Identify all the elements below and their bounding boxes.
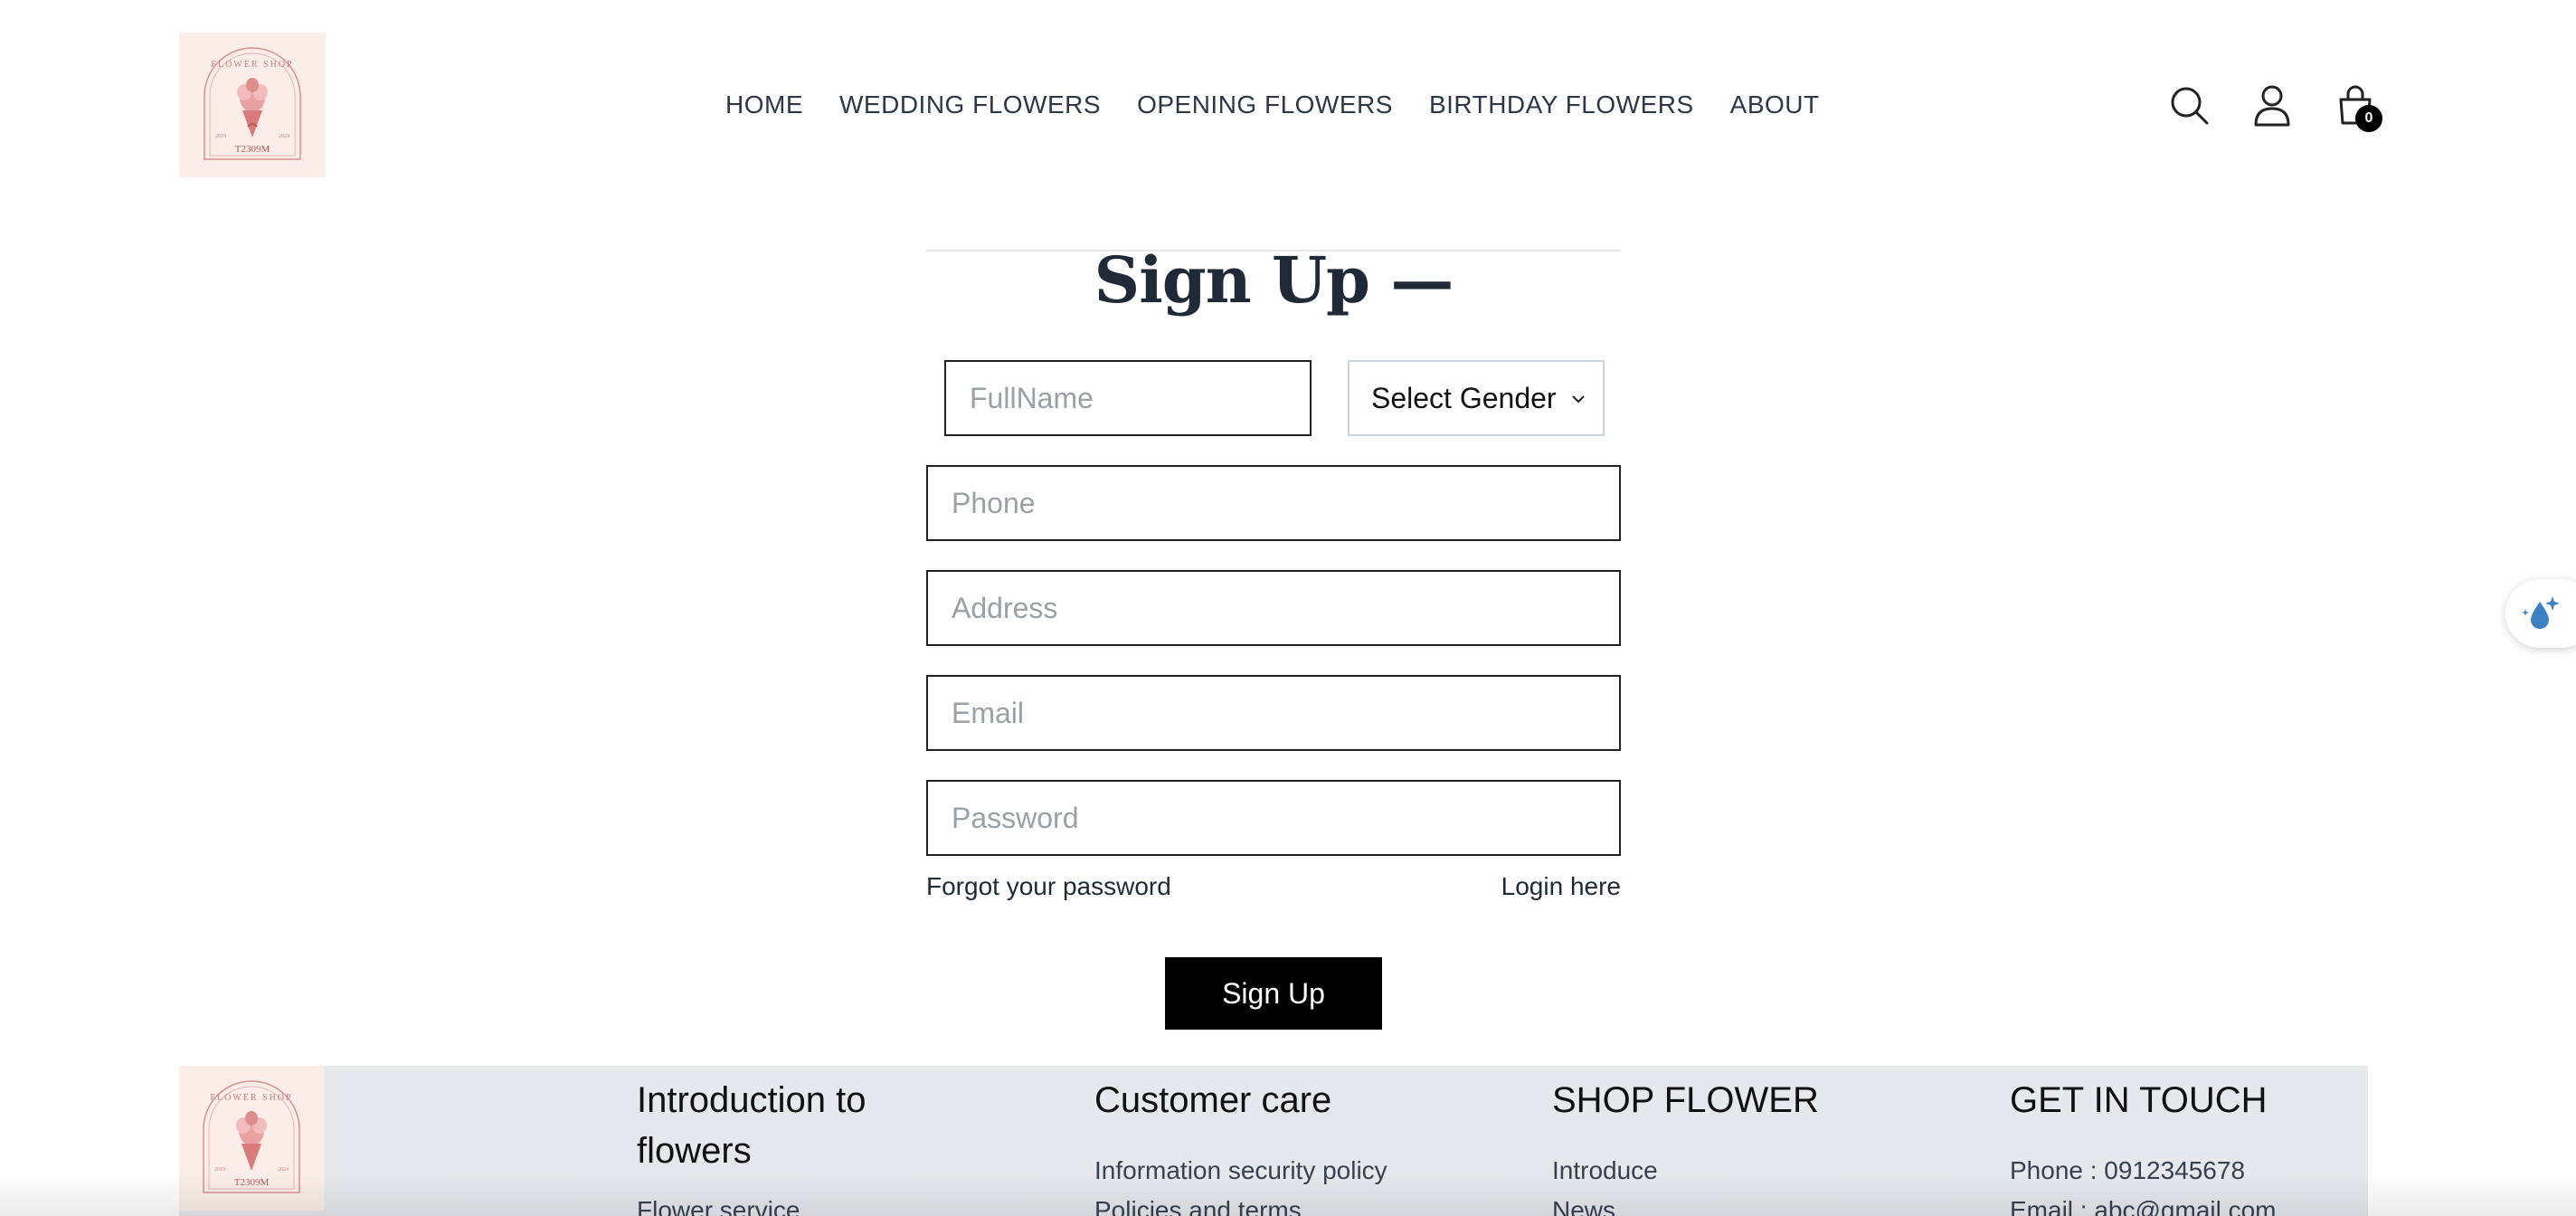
footer-logo-top-text: FLOWER SHOP — [210, 1093, 292, 1103]
site-header: FLOWER SHOP 2019 2024 T2309M HOME WEDDIN… — [0, 0, 2576, 210]
footer-logo-year-left: 2019 — [214, 1167, 225, 1173]
footer-heading: SHOP FLOWER — [1552, 1080, 1819, 1120]
site-footer: FLOWER SHOP 2019 2024 T2309M Introductio… — [179, 1066, 2368, 1216]
nav-item-wedding-flowers[interactable]: WEDDING FLOWERS — [839, 90, 1101, 119]
footer-heading: GET IN TOUCH — [2010, 1080, 2268, 1120]
search-button[interactable] — [2167, 83, 2211, 127]
footer-logo-year-right: 2024 — [278, 1167, 289, 1173]
footer-link[interactable]: Introduce — [1552, 1151, 1932, 1191]
footer-link[interactable]: Information security policy — [1094, 1151, 1474, 1191]
footer-contact-phone: Phone : 0912345678 — [2010, 1156, 2246, 1184]
footer-link[interactable]: Policies and terms — [1094, 1191, 1474, 1216]
main-nav: HOME WEDDING FLOWERS OPENING FLOWERS BIR… — [725, 87, 1820, 123]
logo-top-text: FLOWER SHOP — [211, 60, 293, 70]
floating-assistant-button[interactable] — [2505, 579, 2576, 648]
footer-heading: Introduction to flowers — [637, 1080, 867, 1171]
footer-heading: Customer care — [1094, 1080, 1332, 1120]
sparkle-drop-icon — [2522, 596, 2560, 629]
footer-logo-bottom-text: T2309M — [234, 1177, 270, 1188]
nav-item-home[interactable]: HOME — [725, 90, 803, 119]
footer-logo[interactable]: FLOWER SHOP 2019 2024 T2309M — [179, 1066, 324, 1211]
footer-contact-email[interactable]: Email : abc@gmail.com — [2010, 1191, 2368, 1216]
gender-select[interactable]: Select Gender — [1348, 360, 1605, 436]
gender-select-value: Select Gender — [1371, 381, 1557, 414]
footer-column-get-in-touch: GET IN TOUCH Phone : 0912345678 Email : … — [2010, 1075, 2368, 1216]
forgot-password-link[interactable]: Forgot your password — [926, 872, 1171, 901]
footer-column-customer-care: Customer care Information security polic… — [1094, 1075, 1474, 1216]
flower-shop-logo-icon: FLOWER SHOP 2019 2024 T2309M — [203, 1080, 300, 1193]
password-input[interactable] — [926, 780, 1621, 856]
account-button[interactable] — [2250, 83, 2294, 127]
logo-bottom-text: T2309M — [235, 144, 270, 155]
logo-year-right: 2024 — [279, 134, 289, 139]
cart-button[interactable]: 0 — [2334, 83, 2382, 132]
flower-shop-logo-icon: FLOWER SHOP 2019 2024 T2309M — [204, 47, 301, 160]
nav-item-birthday-flowers[interactable]: BIRTHDAY FLOWERS — [1429, 90, 1694, 119]
header-actions: 0 — [2167, 80, 2382, 132]
footer-link[interactable]: Flower service — [637, 1191, 962, 1216]
footer-column-introduction: Introduction to flowers Flower service — [637, 1075, 962, 1216]
nav-item-opening-flowers[interactable]: OPENING FLOWERS — [1137, 90, 1393, 119]
footer-link[interactable]: News — [1552, 1191, 1932, 1216]
user-icon — [2254, 85, 2290, 127]
address-input[interactable] — [926, 570, 1621, 646]
nav-item-about[interactable]: ABOUT — [1730, 90, 1820, 119]
logo[interactable]: FLOWER SHOP 2019 2024 T2309M — [179, 33, 326, 177]
page-title: Sign Up — — [1094, 242, 1454, 318]
search-icon — [2171, 87, 2209, 125]
login-link[interactable]: Login here — [1501, 872, 1621, 901]
logo-year-left: 2019 — [215, 134, 226, 139]
cart-count-badge: 0 — [2355, 105, 2382, 132]
footer-column-shop-flower: SHOP FLOWER Introduce News — [1552, 1075, 1932, 1216]
fullname-input[interactable] — [944, 360, 1312, 436]
phone-input[interactable] — [926, 465, 1621, 541]
chevron-down-icon — [1572, 395, 1585, 404]
signup-button[interactable]: Sign Up — [1165, 957, 1382, 1030]
email-input[interactable] — [926, 675, 1621, 751]
